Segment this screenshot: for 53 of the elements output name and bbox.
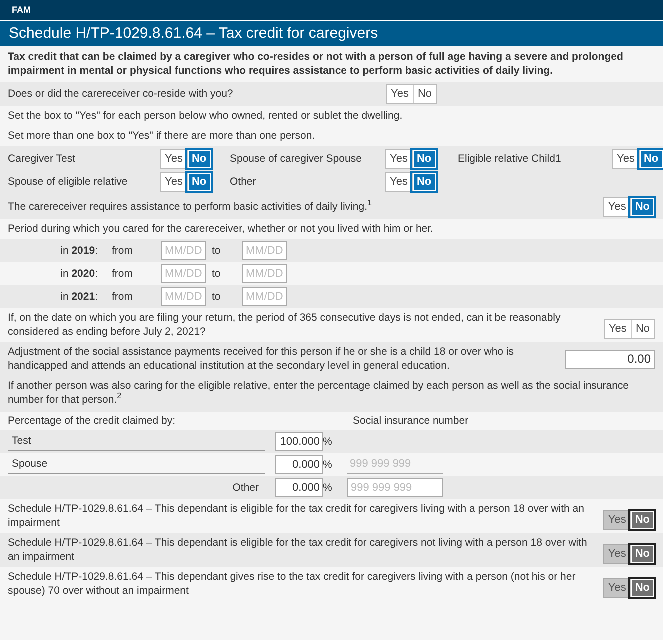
date-field[interactable]: MM/DD (242, 264, 287, 283)
choice-button[interactable]: No (412, 173, 436, 191)
date-field[interactable]: MM/DD (161, 287, 206, 306)
choice-button[interactable]: No (186, 150, 211, 168)
eligibility-text: Schedule H/TP-1029.8.61.64 – This dependant gives rise to the tax credit for caregivers living with a person (not his or her spouse) 70 over without an impairment (8, 570, 577, 598)
person-label: Spouse of caregiver Spouse (230, 153, 363, 165)
year-label: in 2020: (60, 268, 99, 280)
column-header: Percentage of the credit claimed by: (8, 415, 177, 427)
instruction-text: Set the box to "Yes" for each person below who owned, rented or sublet the dwelling. (8, 110, 403, 122)
percent-field[interactable]: 0.000 (275, 478, 323, 497)
question-text: The carereceiver requires assistance to perform basic activities of daily living.$^{1}$ (8, 200, 372, 214)
person-label: Eligible relative Child1 (458, 153, 562, 165)
sharing-note: If another person was also caring for the eligible relative, enter the percentage claimed by each person as well as the social insurance number for that person.$^{2}$ (8, 380, 630, 406)
choice-button[interactable]: No (412, 150, 436, 168)
date-field[interactable]: MM/DD (242, 241, 287, 260)
eligibility-text: Schedule H/TP-1029.8.61.64 – This dependant is eligible for the tax credit for caregivers living with a person 18 over with an impairment (8, 502, 586, 530)
adjustment-text: Adjustment of the social assistance payments received for this person if he or she is a child 18 or over who is handicapped and attends an educational institution at the secondary level in general education. (8, 345, 515, 373)
choice-button[interactable]: No (638, 150, 663, 168)
year-label: in 2021: (60, 290, 99, 302)
claimant-label: Other (232, 482, 260, 494)
claimant-name: Spouse (8, 455, 265, 474)
question-text: If, on the date on which you are filing your return, the period of 365 consecutive days is not ended, can it be reasonably considered as ending before July 2, 2021? (8, 311, 562, 339)
page-title: Schedule H/TP-1029.8.61.64 – Tax credit for caregivers (0, 21, 663, 46)
to-label: to (211, 244, 222, 256)
percent-sign: % (323, 482, 334, 494)
percent-field[interactable]: 100.000 (275, 432, 323, 451)
person-label: Spouse of eligible relative (8, 176, 129, 188)
choice-button[interactable]: No (186, 173, 211, 191)
amount-field[interactable]: 0.00 (565, 350, 655, 368)
eligibility-text: Schedule H/TP-1029.8.61.64 – This dependant is eligible for the tax credit for caregivers not living with a person 18 over with an impairment (8, 536, 588, 564)
question-text: Does or did the carereceiver co-reside with you? (8, 87, 234, 101)
date-field[interactable]: MM/DD (161, 241, 206, 260)
column-header: Social insurance number (353, 415, 470, 427)
from-label: from (111, 268, 134, 280)
date-field[interactable]: MM/DD (242, 287, 287, 306)
instruction-text: Set more than one box to "Yes" if there are more than one person. (8, 130, 316, 142)
sin-field[interactable]: 999 999 999 (347, 478, 443, 497)
to-label: to (211, 268, 222, 280)
period-text: Period during which you cared for the carereceiver, whether or not you lived with him or her. (8, 223, 434, 235)
percent-sign: % (323, 436, 334, 448)
from-label: from (111, 290, 134, 302)
app-bar: FAM (0, 0, 663, 21)
year-label: in 2019: (60, 244, 99, 256)
date-field[interactable]: MM/DD (161, 264, 206, 283)
to-label: to (211, 290, 222, 302)
intro-text: Tax credit that can be claimed by a caregiver who co-resides or not with a person of full age having a severe and prolonged impairment in mental or physical functions who requires assistance to perform basic activities of daily living. (8, 51, 624, 77)
person-label: Caregiver Test (8, 153, 77, 165)
percent-sign: % (323, 458, 334, 470)
percent-field[interactable]: 0.000 (275, 455, 323, 474)
from-label: from (111, 244, 134, 256)
person-label: Other (230, 176, 258, 188)
claimant-name: Test (8, 432, 265, 451)
choice-button[interactable]: No (630, 198, 654, 216)
